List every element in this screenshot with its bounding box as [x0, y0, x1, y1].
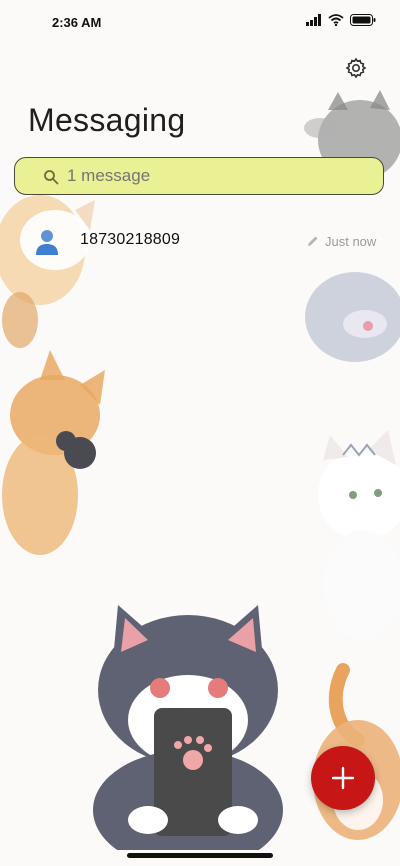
edit-icon: [308, 236, 318, 246]
wallpaper-cat-orange-left: [2, 350, 105, 555]
signal-icon: [306, 14, 321, 26]
page-title: Messaging: [28, 102, 186, 138]
wallpaper-cat-top-left: [0, 195, 95, 348]
contact-avatar-icon: [36, 230, 58, 255]
battery-icon: [350, 14, 376, 26]
status-icons: [306, 14, 376, 26]
home-indicator[interactable]: [127, 853, 273, 858]
contact-name: 18730218809: [80, 231, 181, 248]
status-bar: 2:36 AM: [0, 0, 400, 44]
conversation-item[interactable]: 18730218809 Just now: [0, 222, 400, 262]
plus-icon: [331, 766, 355, 790]
gear-icon: [345, 57, 367, 79]
wallpaper-cat-white-right: [318, 430, 400, 640]
wallpaper-cat-grey-right: [305, 272, 400, 362]
new-message-button[interactable]: [311, 746, 375, 810]
search-bar[interactable]: [14, 157, 384, 195]
wifi-icon: [328, 14, 344, 26]
wallpaper-cat-phone-bottom: [93, 605, 283, 850]
settings-button[interactable]: [344, 56, 368, 80]
search-icon: [44, 170, 59, 185]
status-time: 2:36 AM: [52, 15, 102, 30]
search-input[interactable]: [67, 158, 367, 194]
message-timestamp: Just now: [325, 234, 377, 249]
